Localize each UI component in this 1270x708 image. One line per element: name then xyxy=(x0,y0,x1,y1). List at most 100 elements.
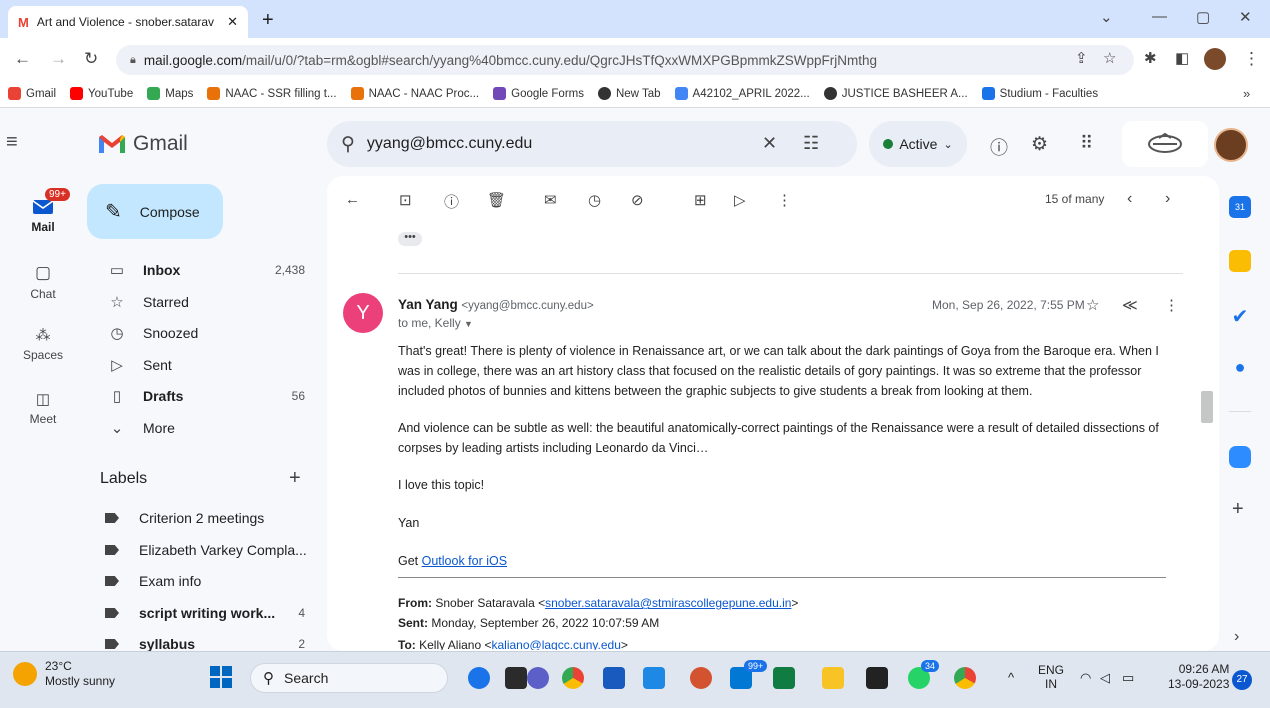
keep-icon[interactable] xyxy=(1229,250,1251,272)
archive-icon[interactable]: ⊡ xyxy=(399,191,412,209)
close-window-icon[interactable]: ✕ xyxy=(1239,8,1252,26)
nav-more[interactable]: ⌄ More xyxy=(87,412,315,444)
bookmark-maps[interactable]: Maps xyxy=(147,87,193,100)
share-icon[interactable]: ⇪ xyxy=(1075,49,1088,67)
close-tab-icon[interactable]: ✕ xyxy=(227,14,238,30)
wifi-icon[interactable]: ◠ xyxy=(1080,670,1091,686)
browser-tab[interactable]: M Art and Violence - snober.satarav ✕ xyxy=(8,6,248,38)
windows-start-icon[interactable] xyxy=(210,666,232,688)
label-item[interactable]: Criterion 2 meetings xyxy=(87,502,315,534)
show-hidden-icons[interactable]: ^ xyxy=(1008,670,1014,685)
forward-icon[interactable]: → xyxy=(50,49,67,69)
organization-logo[interactable] xyxy=(1122,121,1208,167)
taskbar-search[interactable]: ⚲ Search xyxy=(250,663,448,693)
calendar-app-icon[interactable] xyxy=(643,667,665,689)
nav-sent[interactable]: ▷ Sent xyxy=(87,349,315,381)
volume-icon[interactable]: ◁ xyxy=(1100,670,1110,686)
from-email-link[interactable]: snober.sataravala@stmirascollegepune.edu… xyxy=(545,596,791,610)
nav-starred[interactable]: ☆ Starred xyxy=(87,286,315,318)
rail-mail[interactable]: 99+ Mail xyxy=(0,188,86,234)
gmail-logo[interactable]: Gmail xyxy=(97,132,188,156)
scrollbar-thumb[interactable] xyxy=(1201,391,1213,423)
address-bar[interactable]: 🔒︎ mail.google.com/mail/u/0/?tab=rm&ogbl… xyxy=(116,45,1134,75)
search-icon[interactable]: ⚲ xyxy=(341,133,355,156)
bookmark-naac-proc[interactable]: NAAC - NAAC Proc... xyxy=(350,87,479,100)
get-addons-icon[interactable]: + xyxy=(1232,498,1244,521)
main-menu-icon[interactable]: ≡ xyxy=(6,131,18,154)
report-spam-icon[interactable]: ⓘ xyxy=(444,191,459,212)
app-icon[interactable] xyxy=(468,667,490,689)
system-clock[interactable]: 09:26 AM 13-09-2023 xyxy=(1168,662,1229,692)
bookmark-google-forms[interactable]: Google Forms xyxy=(493,87,584,100)
recipients-toggle[interactable]: to me, Kelly ▼ xyxy=(398,316,473,330)
help-icon[interactable]: ⓘ xyxy=(990,134,1008,160)
star-message-icon[interactable]: ☆ xyxy=(1086,296,1099,314)
contacts-icon[interactable]: ● xyxy=(1229,357,1251,379)
battery-icon[interactable]: ▭ xyxy=(1122,670,1134,686)
mark-unread-icon[interactable]: ✉︎ xyxy=(544,191,557,209)
status-selector[interactable]: Active ⌄ xyxy=(869,121,967,167)
word-icon[interactable] xyxy=(603,667,625,689)
older-icon[interactable]: › xyxy=(1165,190,1170,208)
new-tab-icon[interactable]: + xyxy=(262,9,274,32)
task-view-icon[interactable] xyxy=(505,667,527,689)
nav-inbox[interactable]: ▭ Inbox 2,438 xyxy=(87,254,315,286)
rail-meet[interactable]: ◫ Meet xyxy=(0,390,86,426)
bookmark-justice[interactable]: JUSTICE BASHEER A... xyxy=(823,87,968,100)
search-options-icon[interactable]: ☷ xyxy=(803,133,819,154)
add-task-icon[interactable]: ⊘ xyxy=(631,191,644,209)
bookmark-youtube[interactable]: YouTube xyxy=(70,87,133,100)
reply-all-icon[interactable]: ≪ xyxy=(1122,296,1138,314)
bookmark-star-icon[interactable]: ☆ xyxy=(1103,49,1116,67)
nav-drafts[interactable]: ▯ Drafts 56 xyxy=(87,380,315,412)
rail-chat[interactable]: ▢ Chat xyxy=(0,263,86,301)
maximize-icon[interactable]: ▢ xyxy=(1196,8,1210,26)
move-to-icon[interactable]: ⊞ xyxy=(694,191,707,209)
chrome-icon[interactable] xyxy=(562,667,584,689)
reload-icon[interactable]: ↻ xyxy=(84,49,98,69)
label-icon[interactable]: ▷ xyxy=(734,191,746,209)
newer-icon[interactable]: ‹ xyxy=(1127,190,1132,208)
bookmark-gmail[interactable]: Gmail xyxy=(8,87,56,100)
nav-snoozed[interactable]: ◷ Snoozed xyxy=(87,317,315,349)
to-email-link[interactable]: kaliano@lagcc.cuny.edu xyxy=(492,638,621,650)
notification-badge[interactable]: 27 xyxy=(1232,670,1252,690)
snooze-icon[interactable]: ◷ xyxy=(588,191,601,209)
file-explorer-icon[interactable] xyxy=(822,667,844,689)
clear-search-icon[interactable]: ✕ xyxy=(762,133,777,154)
show-trimmed-content-icon[interactable]: ••• xyxy=(398,232,422,246)
bookmark-naac-ssr[interactable]: NAAC - SSR filling t... xyxy=(207,87,337,100)
settings-gear-icon[interactable]: ⚙ xyxy=(1031,133,1048,156)
calendar-icon[interactable]: 31 xyxy=(1229,196,1251,218)
powerpoint-icon[interactable] xyxy=(690,667,712,689)
profile-avatar[interactable] xyxy=(1204,48,1226,70)
expand-side-panel-icon[interactable]: › xyxy=(1234,628,1239,646)
back-to-list-icon[interactable]: ← xyxy=(345,191,360,208)
back-icon[interactable]: ← xyxy=(14,49,31,69)
bookmark-new-tab[interactable]: New Tab xyxy=(597,87,661,100)
chrome-profile-icon[interactable] xyxy=(954,667,976,689)
label-item[interactable]: Elizabeth Varkey Compla... xyxy=(87,534,315,566)
compose-button[interactable]: ✎ Compose xyxy=(87,184,223,239)
excel-icon[interactable] xyxy=(773,667,795,689)
tab-search-icon[interactable]: ⌄ xyxy=(1100,8,1113,26)
bookmark-a42102[interactable]: A42102_APRIL 2022... xyxy=(674,87,810,100)
label-item[interactable]: script writing work... 4 xyxy=(87,597,315,629)
browser-menu-icon[interactable]: ⋮ xyxy=(1243,49,1260,69)
more-bookmarks-icon[interactable]: » xyxy=(1243,86,1250,101)
extensions-icon[interactable]: ✱ xyxy=(1144,49,1157,67)
language-indicator[interactable]: ENG IN xyxy=(1038,663,1064,691)
side-panel-icon[interactable]: ◧ xyxy=(1175,49,1189,67)
zoom-icon[interactable] xyxy=(1229,446,1251,468)
account-avatar[interactable] xyxy=(1214,128,1248,162)
rail-spaces[interactable]: ⁂ Spaces xyxy=(0,326,86,362)
mail-search-bar[interactable]: ⚲ yyang@bmcc.cuny.edu xyxy=(327,121,857,167)
apps-grid-icon[interactable]: ⠿ xyxy=(1080,133,1093,154)
message-more-icon[interactable]: ⋮ xyxy=(1164,296,1179,314)
teams-icon[interactable] xyxy=(527,667,549,689)
search-input[interactable]: yyang@bmcc.cuny.edu xyxy=(367,135,532,153)
more-actions-icon[interactable]: ⋮ xyxy=(777,191,792,209)
bookmark-studium[interactable]: Studium - Faculties xyxy=(981,87,1098,100)
weather-widget[interactable]: 23°C Mostly sunny xyxy=(13,659,115,689)
add-label-icon[interactable]: + xyxy=(289,467,301,490)
